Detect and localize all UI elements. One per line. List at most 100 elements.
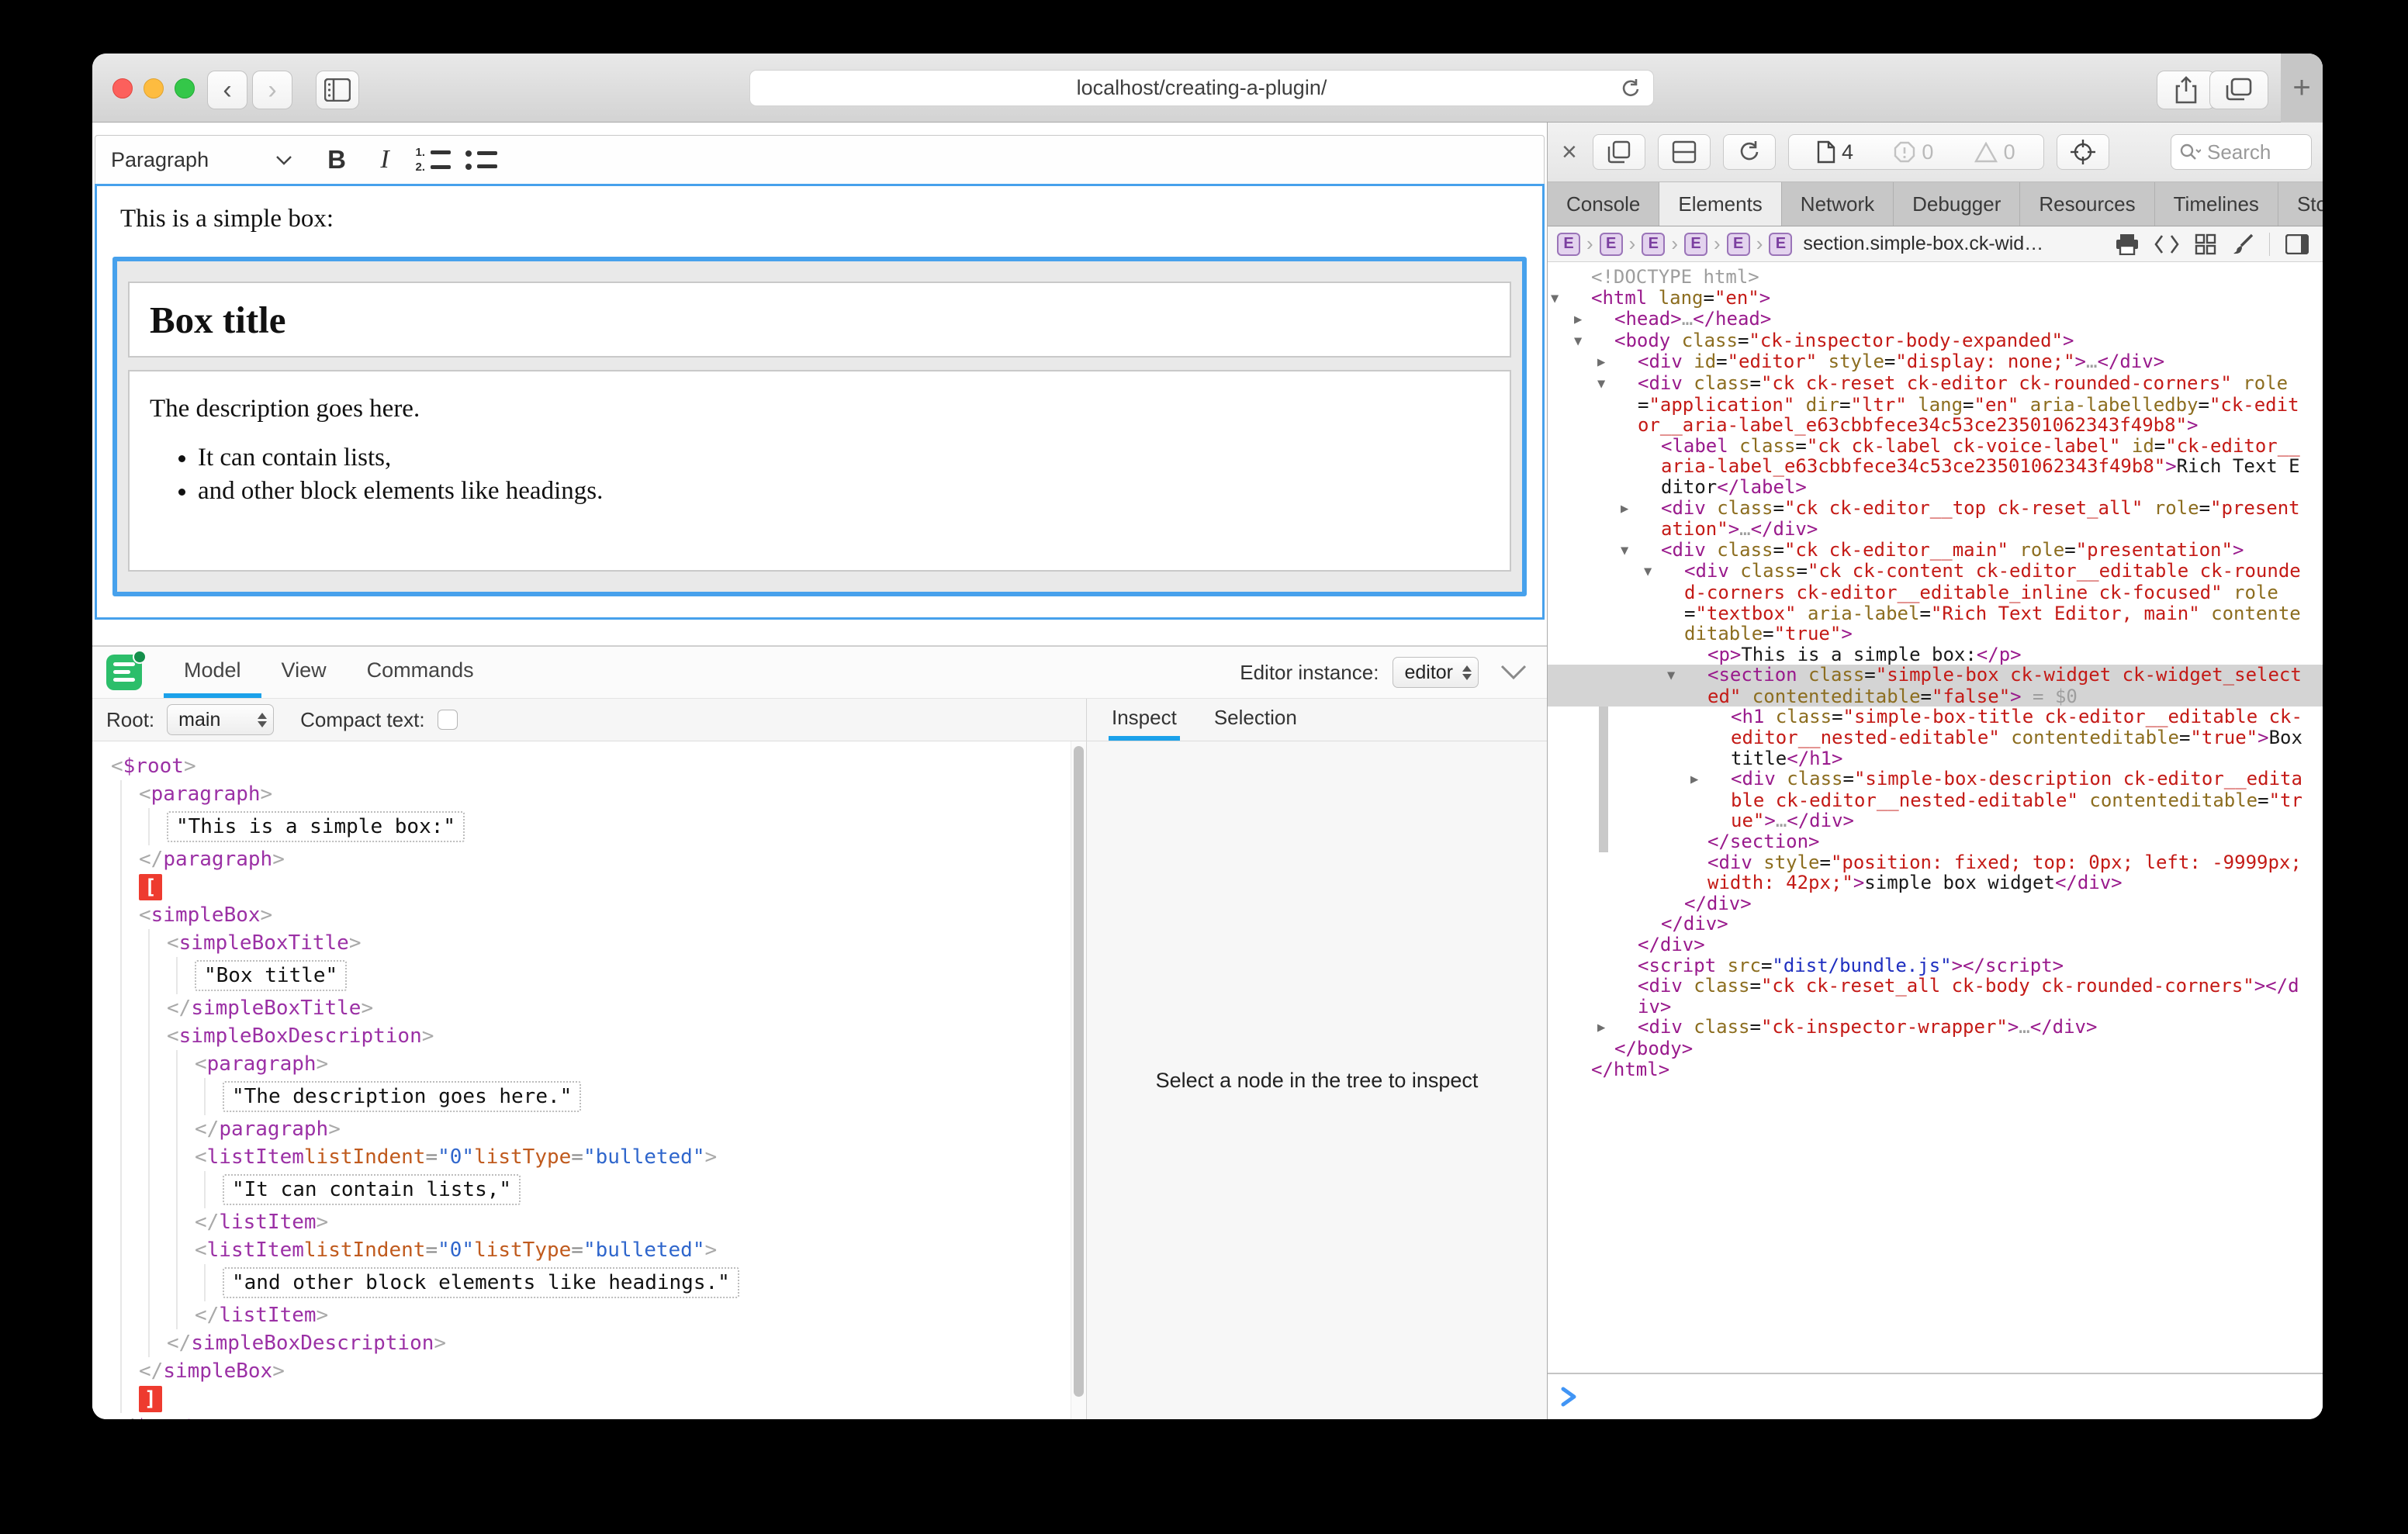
error-count[interactable]: 0	[1894, 140, 1933, 164]
box-title-heading[interactable]: Box title	[150, 298, 286, 342]
model-text-node[interactable]: "It can contain lists,"	[223, 1174, 521, 1205]
inspector-collapse-button[interactable]	[1500, 665, 1527, 680]
model-tree-line[interactable]: [	[92, 873, 1071, 901]
italic-button[interactable]: I	[361, 139, 409, 181]
devtools-reload-button[interactable]	[1723, 134, 1776, 170]
dom-tree-line[interactable]: <script src="dist/bundle.js"></script>	[1548, 955, 2323, 976]
dom-tree-line[interactable]: <h1 class="simple-box-title ck-editor__e…	[1548, 707, 2323, 769]
disclosure-expanded-icon[interactable]: ▼	[1617, 374, 1638, 395]
dom-tree-line[interactable]: <div style="position: fixed; top: 0px; l…	[1548, 852, 2323, 893]
breadcrumb-element-badge[interactable]: E	[1684, 233, 1707, 256]
dom-tree-line[interactable]: </section>	[1548, 831, 2323, 852]
simple-box-title-field[interactable]: Box title	[128, 282, 1511, 358]
editor-editable-area[interactable]: This is a simple box: Box title The desc…	[95, 184, 1545, 620]
scrollbar-thumb[interactable]	[1074, 746, 1084, 1397]
description-list-item[interactable]: and other block elements like headings.	[198, 477, 1489, 506]
devtools-close-button[interactable]: ×	[1559, 137, 1580, 168]
numbered-list-button[interactable]: 1.2.	[409, 139, 457, 181]
new-tab-button[interactable]: +	[2281, 54, 2323, 123]
devtools-status-group[interactable]: 4 0 0	[1788, 134, 2044, 170]
model-tree-line[interactable]: <paragraph>	[92, 1050, 1071, 1078]
quick-console[interactable]	[1548, 1373, 2323, 1419]
dom-tree-line[interactable]: </body>	[1548, 1038, 2323, 1059]
dom-tree-line[interactable]: <div class="ck ck-reset_all ck-body ck-r…	[1548, 976, 2323, 1017]
dom-tree-line[interactable]: ▼<div class="ck ck-reset ck-editor ck-ro…	[1548, 373, 2323, 436]
reload-button[interactable]	[1619, 78, 1642, 101]
element-picker-button[interactable]	[2057, 134, 2109, 170]
disclosure-expanded-icon[interactable]: ▼	[1664, 561, 1684, 582]
editor-paragraph[interactable]: This is a simple box:	[120, 205, 1542, 233]
dom-tree-line[interactable]: ▶<head>…</head>	[1548, 309, 2323, 330]
inspector-tab-model[interactable]: Model	[164, 647, 261, 698]
dom-tree-line[interactable]: <label class="ck ck-label ck-voice-label…	[1548, 436, 2323, 498]
sidebar-toggle-button[interactable]	[316, 71, 359, 109]
dom-tree-line[interactable]: </html>	[1548, 1059, 2323, 1080]
panel-tab-inspect[interactable]: Inspect	[1109, 699, 1180, 741]
model-tree-line[interactable]: </paragraph>	[92, 845, 1071, 873]
disclosure-collapsed-icon[interactable]: ▶	[1641, 499, 1661, 520]
compact-text-checkbox[interactable]	[438, 710, 458, 730]
dom-tree-line[interactable]: ▶<div class="ck-inspector-wrapper">…</di…	[1548, 1017, 2323, 1038]
devtools-dock-button[interactable]	[1593, 134, 1645, 170]
disclosure-expanded-icon[interactable]: ▼	[1594, 331, 1614, 352]
model-tree-line[interactable]: <simpleBoxDescription>	[92, 1022, 1071, 1050]
devtools-tab-debugger[interactable]: Debugger	[1894, 182, 2020, 226]
devtools-search-field[interactable]: Search	[2171, 134, 2312, 170]
model-tree-line[interactable]: <paragraph>	[92, 780, 1071, 808]
model-text-node[interactable]: "The description goes here."	[223, 1081, 581, 1112]
model-tree-line[interactable]: "It can contain lists,"	[92, 1171, 1071, 1208]
minimize-window-button[interactable]	[144, 78, 164, 98]
devtools-tab-resources[interactable]: Resources	[2020, 182, 2154, 226]
breadcrumb-element-badge[interactable]: E	[1769, 233, 1792, 256]
dom-tree-line[interactable]: ▼<section class="simple-box ck-widget ck…	[1548, 665, 2323, 707]
model-tree-line[interactable]: ]	[92, 1385, 1071, 1413]
description-list-item[interactable]: It can contain lists,	[198, 444, 1489, 472]
styles-brush-icon[interactable]	[2232, 233, 2254, 255]
breadcrumb-element-badge[interactable]: E	[1727, 233, 1750, 256]
inspector-tab-commands[interactable]: Commands	[347, 647, 494, 698]
warning-count[interactable]: 0	[1974, 140, 2015, 164]
resource-count[interactable]: 4	[1817, 140, 1853, 164]
model-tree-line[interactable]: "and other block elements like headings.…	[92, 1264, 1071, 1301]
model-tree-line[interactable]: <simpleBoxTitle>	[92, 929, 1071, 957]
dom-tree-line[interactable]: <!DOCTYPE html>	[1548, 267, 2323, 288]
description-paragraph[interactable]: The description goes here.	[150, 395, 1489, 423]
model-tree-line[interactable]: <listItem listIndent="0" listType="bulle…	[92, 1143, 1071, 1171]
share-button[interactable]	[2157, 71, 2216, 109]
model-tree-line[interactable]: </$root>	[92, 1413, 1071, 1419]
dom-tree-line[interactable]: </div>	[1548, 935, 2323, 955]
dom-tree-line[interactable]: ▼<div class="ck ck-content ck-editor__ed…	[1548, 561, 2323, 644]
model-tree-line[interactable]: "The description goes here."	[92, 1078, 1071, 1115]
editor-instance-select[interactable]: editor	[1393, 657, 1479, 688]
inspector-tab-view[interactable]: View	[261, 647, 347, 698]
dom-tree-line[interactable]: </div>	[1548, 893, 2323, 914]
tab-overview-button[interactable]	[2209, 71, 2268, 109]
zoom-window-button[interactable]	[175, 78, 195, 98]
disclosure-expanded-icon[interactable]: ▼	[1641, 541, 1661, 561]
devtools-tab-storage[interactable]: Storage	[2278, 182, 2323, 226]
disclosure-expanded-icon[interactable]: ▼	[1687, 665, 1707, 686]
disclosure-collapsed-icon[interactable]: ▶	[1617, 1017, 1638, 1038]
simple-box-widget[interactable]: Box title The description goes here. It …	[112, 257, 1527, 596]
breadcrumb-element-badge[interactable]: E	[1642, 233, 1665, 256]
model-text-node[interactable]: "This is a simple box:"	[167, 811, 465, 842]
disclosure-collapsed-icon[interactable]: ▶	[1594, 309, 1614, 330]
close-window-button[interactable]	[112, 78, 133, 98]
model-tree-line[interactable]: </simpleBoxTitle>	[92, 994, 1071, 1022]
dom-tree-line[interactable]: ▼<body class="ck-inspector-body-expanded…	[1548, 330, 2323, 352]
devtools-tab-network[interactable]: Network	[1782, 182, 1894, 226]
model-tree-line[interactable]: </listItem>	[92, 1208, 1071, 1236]
model-tree-line[interactable]: </simpleBox>	[92, 1357, 1071, 1385]
details-sidebar-icon[interactable]	[2285, 234, 2309, 254]
devtools-tab-elements[interactable]: Elements	[1659, 182, 1781, 226]
breadcrumb-element-badge[interactable]: E	[1557, 233, 1580, 256]
disclosure-collapsed-icon[interactable]: ▶	[1711, 769, 1731, 790]
model-tree-line[interactable]: </paragraph>	[92, 1115, 1071, 1143]
simple-box-description-field[interactable]: The description goes here. It can contai…	[128, 370, 1511, 572]
print-icon[interactable]	[2116, 233, 2139, 255]
model-tree-line[interactable]: </simpleBoxDescription>	[92, 1329, 1071, 1357]
model-text-node[interactable]: "and other block elements like headings.…	[223, 1267, 739, 1298]
back-button[interactable]: ‹	[207, 71, 247, 109]
model-tree-line[interactable]: </listItem>	[92, 1301, 1071, 1329]
devtools-tab-console[interactable]: Console	[1548, 182, 1659, 226]
